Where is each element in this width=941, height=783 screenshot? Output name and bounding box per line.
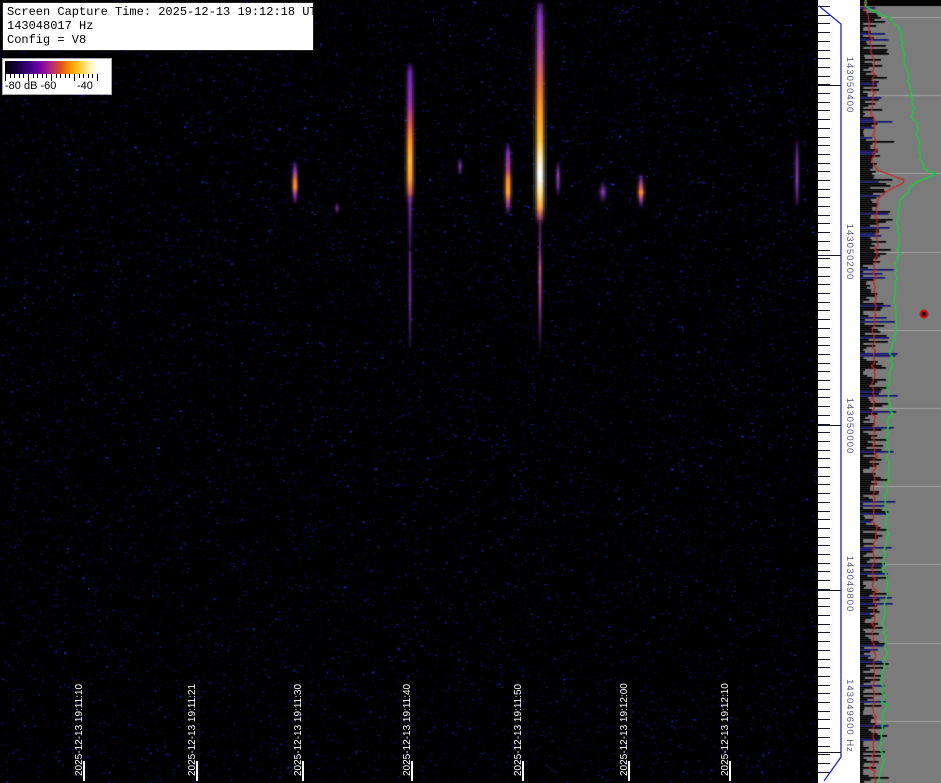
db-mid-label: -60 <box>41 80 57 92</box>
colorbar-tick <box>46 74 47 78</box>
colorbar-tick <box>92 74 93 78</box>
colorbar-tick <box>88 74 89 78</box>
colorbar-tick <box>83 74 84 78</box>
colorbar-tick <box>42 74 43 78</box>
colorbar-tick <box>10 74 11 78</box>
color-scale-legend: -80 dB -60 -40 <box>2 58 112 95</box>
color-scale-labels: -80 dB -60 -40 <box>5 80 109 92</box>
colorbar-tick <box>23 74 24 78</box>
config-text: Config = V8 <box>7 33 309 47</box>
colorbar-tick <box>14 74 15 78</box>
colorbar-tick <box>19 74 20 78</box>
colorbar-tick <box>60 74 61 78</box>
colorbar-tick <box>56 74 57 78</box>
info-box: Screen Capture Time: 2025-12-13 19:12:18… <box>2 2 314 51</box>
colorbar-tick <box>69 74 70 78</box>
freq-axis-line <box>818 0 860 783</box>
color-gradient-bar <box>5 61 98 74</box>
db-unit-label: dB <box>24 80 37 92</box>
capture-time-text: Screen Capture Time: 2025-12-13 19:12:18… <box>7 5 309 19</box>
spectrogram-waterfall <box>0 0 818 783</box>
frequency-text: 143048017 Hz <box>7 19 309 33</box>
db-min-label: -80 <box>5 80 21 92</box>
spectrum-analyzer-panel <box>860 0 941 783</box>
colorbar-tick <box>33 74 34 78</box>
colorbar-tick <box>37 74 38 78</box>
colorbar-tick <box>79 74 80 78</box>
spectrum-lab-screen: 2025-12-13 19:11:102025-12-13 19:11:2120… <box>0 0 941 783</box>
colorbar-tick <box>65 74 66 78</box>
db-max-label: -40 <box>77 80 93 92</box>
frequency-scale: 1430504001430502001430500001430498001430… <box>818 0 860 783</box>
